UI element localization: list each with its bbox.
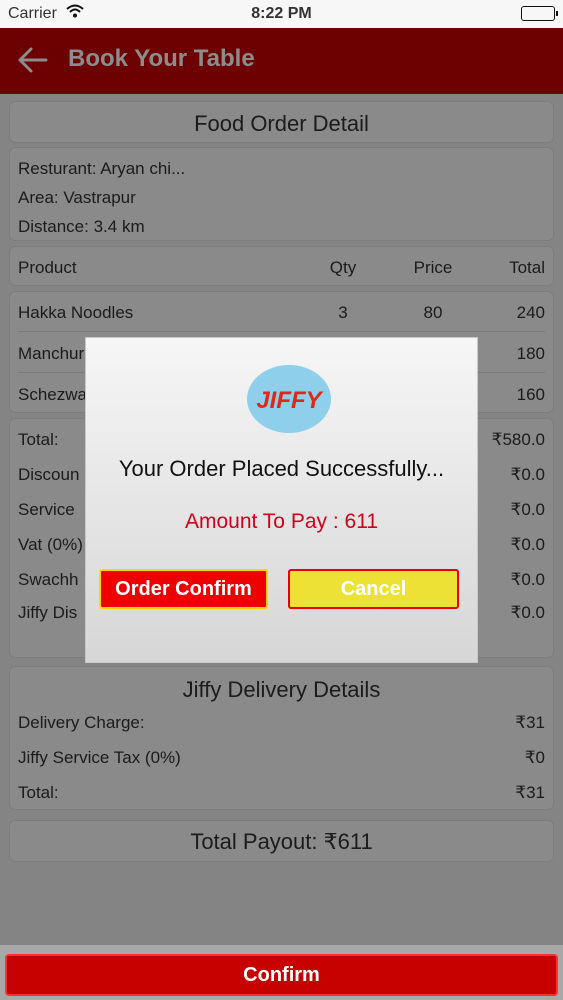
confirm-button[interactable]: Confirm [5, 954, 558, 996]
battery-icon [521, 6, 558, 21]
status-bar: Carrier 8:22 PM [0, 0, 563, 28]
success-message: Your Order Placed Successfully... [118, 456, 445, 481]
bottom-bar: Confirm [0, 945, 563, 1000]
amount-to-pay: Amount To Pay : 611 [184, 510, 378, 533]
clock: 8:22 PM [251, 5, 312, 22]
svg-text:JIFFY: JIFFY [256, 387, 323, 414]
order-success-dialog: JIFFY Your Order Placed Successfully... … [85, 337, 478, 663]
cancel-button[interactable]: Cancel [288, 569, 459, 609]
jiffy-logo: JIFFY [246, 364, 332, 434]
order-confirm-button[interactable]: Order Confirm [99, 569, 268, 609]
